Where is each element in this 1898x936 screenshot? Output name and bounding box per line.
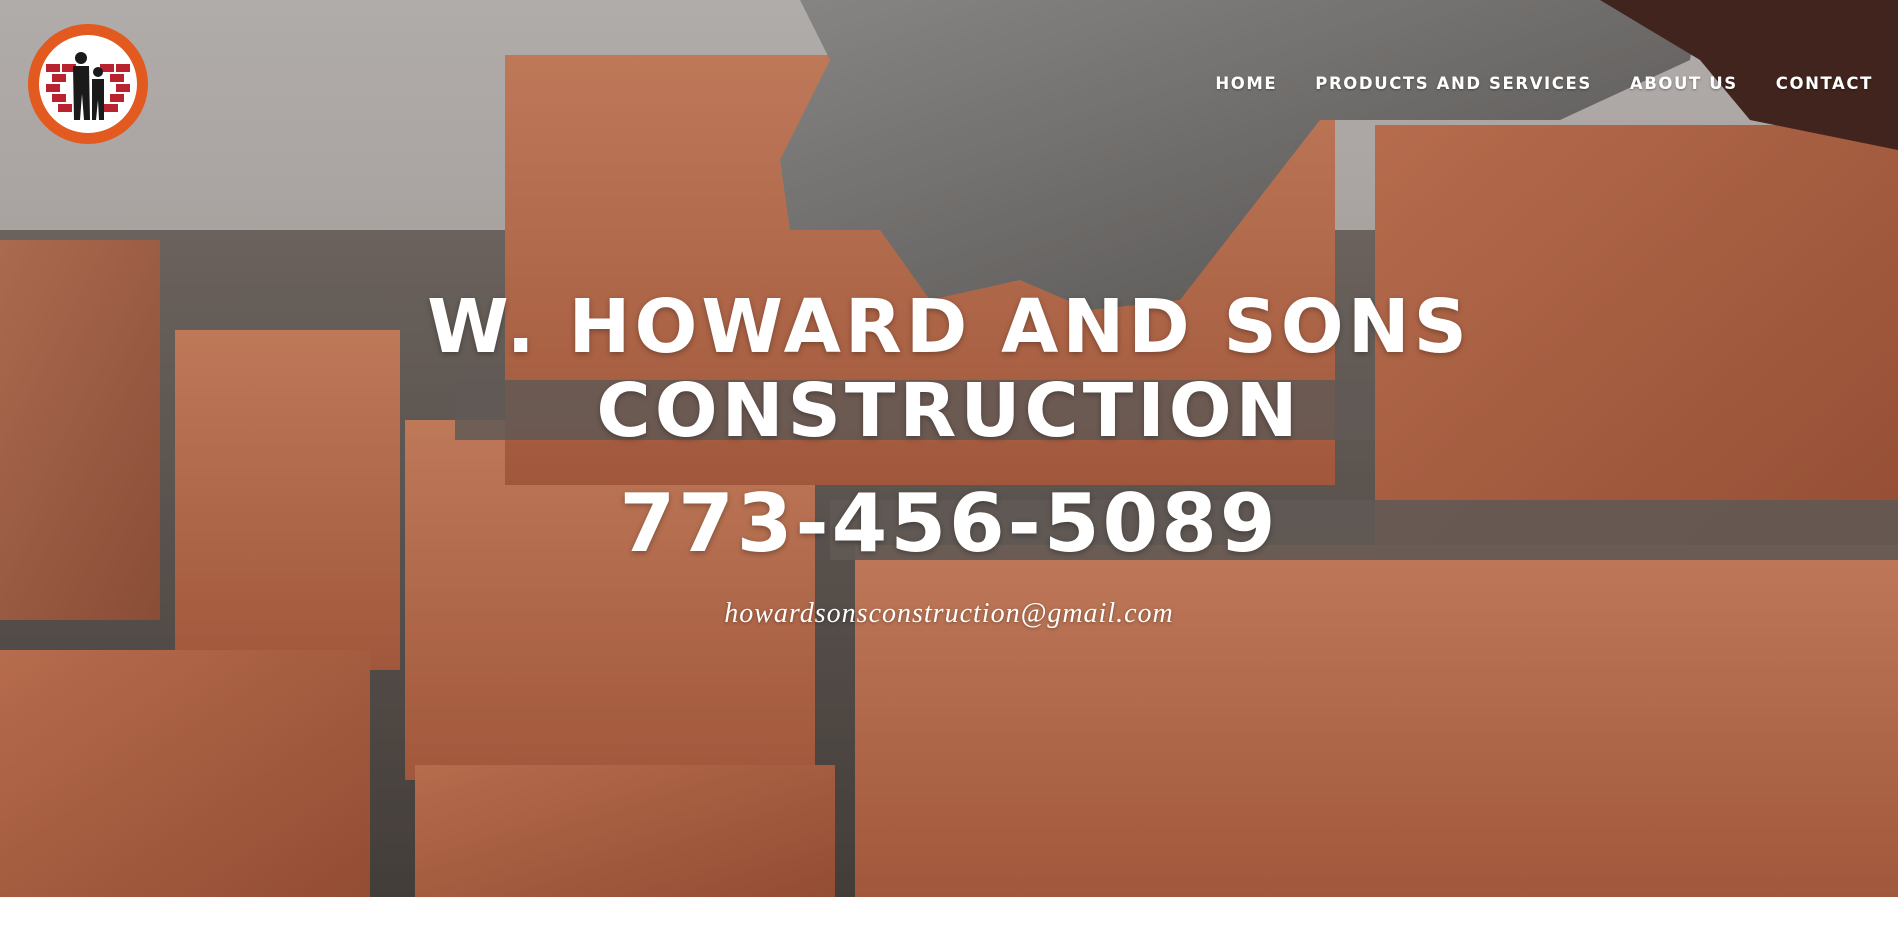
nav-contact-link[interactable]: CONTACT [1776,74,1873,93]
page-title-line-2: CONSTRUCTION [596,368,1302,454]
nav-products-and-services-link[interactable]: PRODUCTS AND SERVICES [1315,74,1592,93]
main-navigation: HOME PRODUCTS AND SERVICES ABOUT US CONT… [1177,74,1873,93]
brand-logo-link[interactable] [26,22,150,146]
phone-number-link[interactable]: 773-456-5089 [0,476,1898,572]
nav-home-link[interactable]: HOME [1215,74,1277,93]
nav-about-us-link[interactable]: ABOUT US [1630,74,1738,93]
page-title-line-1: W. HOWARD AND SONS [427,284,1471,370]
email-link[interactable]: howardsonsconstruction@gmail.com [0,594,1898,634]
brick-family-logo-icon [28,24,148,144]
